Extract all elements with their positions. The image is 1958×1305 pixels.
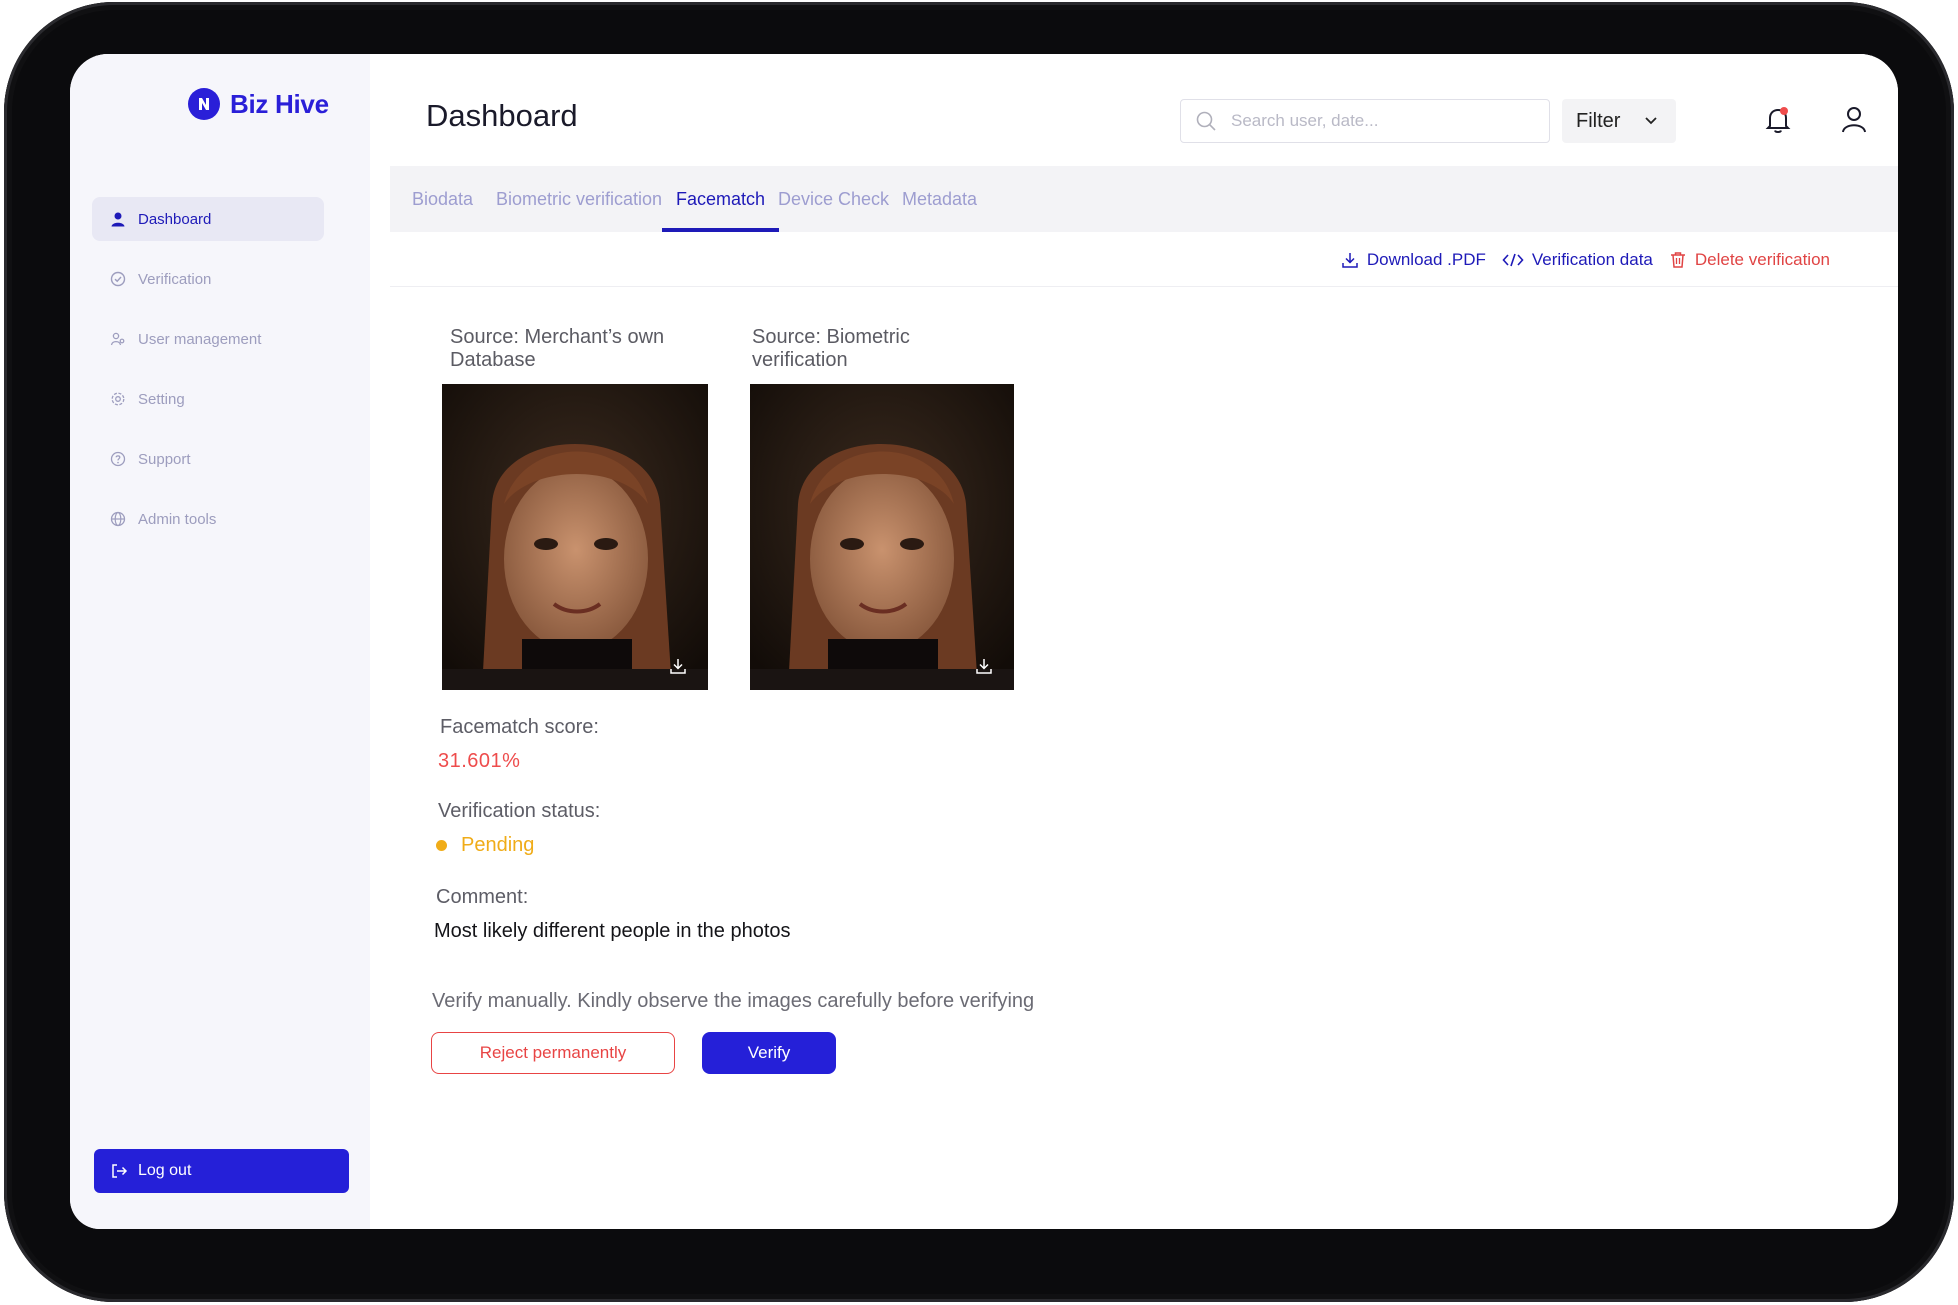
gear-icon (111, 392, 125, 406)
logout-icon (112, 1164, 128, 1178)
page-title: Dashboard (426, 98, 578, 133)
logout-label: Log out (138, 1162, 192, 1179)
status-dot (436, 840, 447, 851)
filter-dropdown[interactable]: Filter (1562, 99, 1676, 143)
brand-logo[interactable]: Biz Hive (188, 88, 329, 120)
users-icon (110, 332, 125, 346)
notification-bell-icon[interactable] (1762, 104, 1794, 141)
tab-biodata[interactable]: Biodata (412, 166, 473, 232)
sidebar-item-label: Support (138, 450, 191, 468)
brand-mark-icon (188, 88, 220, 120)
download-pdf-button[interactable]: Download .PDF (1341, 250, 1486, 270)
search-input[interactable]: Search user, date... (1180, 99, 1550, 143)
search-icon (1196, 111, 1216, 131)
facematch-score-value: 31.601% (438, 750, 521, 772)
sidebar-item-user-management[interactable]: User management (92, 317, 324, 361)
tablet-frame: Biz Hive Dashboard Verification User man… (4, 2, 1954, 1302)
source-biometric-label: Source: Biometric verification (752, 326, 910, 371)
status-badge: Pending (436, 834, 534, 857)
download-photo-icon[interactable] (668, 656, 688, 676)
tab-device-check[interactable]: Device Check (778, 166, 889, 232)
download-icon (1342, 253, 1358, 268)
verification-data-button[interactable]: Verification data (1502, 250, 1653, 270)
logout-button[interactable]: Log out (94, 1149, 349, 1193)
sidebar-item-verification[interactable]: Verification (92, 257, 324, 301)
user-profile-icon[interactable] (1838, 104, 1870, 141)
status-value: Pending (461, 834, 535, 856)
question-circle-icon (110, 451, 126, 467)
detail-tabs: Biodata Biometric verification Facematch… (390, 166, 1898, 232)
section-divider (390, 286, 1898, 287)
sidebar-nav: Dashboard Verification User management S… (92, 197, 324, 557)
verification-status-label: Verification status: (438, 800, 601, 822)
sidebar-item-setting[interactable]: Setting (92, 377, 324, 421)
comment-value: Most likely different people in the phot… (434, 920, 791, 942)
app-screen: Biz Hive Dashboard Verification User man… (70, 54, 1898, 1229)
biometric-photo[interactable] (750, 384, 1014, 690)
sidebar: Biz Hive Dashboard Verification User man… (70, 54, 370, 1229)
tab-biometric-verification[interactable]: Biometric verification (496, 166, 662, 232)
code-icon (1502, 253, 1524, 267)
brand-name: Biz Hive (230, 88, 329, 119)
sidebar-item-label: Admin tools (138, 510, 217, 528)
source-merchant-label: Source: Merchant’s own Database (450, 326, 665, 371)
manual-verify-hint: Verify manually. Kindly observe the imag… (432, 990, 1035, 1012)
verification-actions: Download .PDF Verification data Delete v… (970, 232, 1830, 288)
top-header: Dashboard Search user, date... Filter (390, 54, 1898, 166)
person-icon (111, 212, 125, 227)
sidebar-item-label: Dashboard (138, 210, 212, 228)
sidebar-item-dashboard[interactable]: Dashboard (92, 197, 324, 241)
verification-data-label: Verification data (1531, 250, 1653, 269)
reject-permanently-button[interactable]: Reject permanently (431, 1032, 675, 1074)
tab-facematch[interactable]: Facematch (662, 166, 780, 232)
check-circle-icon (110, 271, 126, 287)
chevron-down-icon (1645, 117, 1657, 125)
search-placeholder: Search user, date... (1231, 111, 1379, 130)
sidebar-item-label: Verification (138, 270, 212, 288)
facematch-score-label: Facematch score: (440, 716, 599, 738)
download-label: Download .PDF (1366, 250, 1486, 269)
filter-label: Filter (1576, 109, 1621, 132)
download-photo-icon[interactable] (974, 656, 994, 676)
verify-button[interactable]: Verify (702, 1032, 836, 1074)
sidebar-item-label: Setting (138, 390, 185, 408)
sidebar-item-admin-tools[interactable]: Admin tools (92, 497, 324, 541)
tab-metadata[interactable]: Metadata (902, 166, 977, 232)
merchant-photo[interactable] (442, 384, 708, 690)
trash-icon (1670, 252, 1685, 268)
sidebar-item-label: User management (138, 330, 262, 348)
notification-badge (1780, 107, 1788, 115)
globe-icon (110, 511, 126, 527)
comment-label: Comment: (436, 886, 529, 908)
sidebar-item-support[interactable]: Support (92, 437, 324, 481)
delete-label: Delete verification (1694, 250, 1830, 269)
delete-verification-button[interactable]: Delete verification (1669, 250, 1830, 270)
